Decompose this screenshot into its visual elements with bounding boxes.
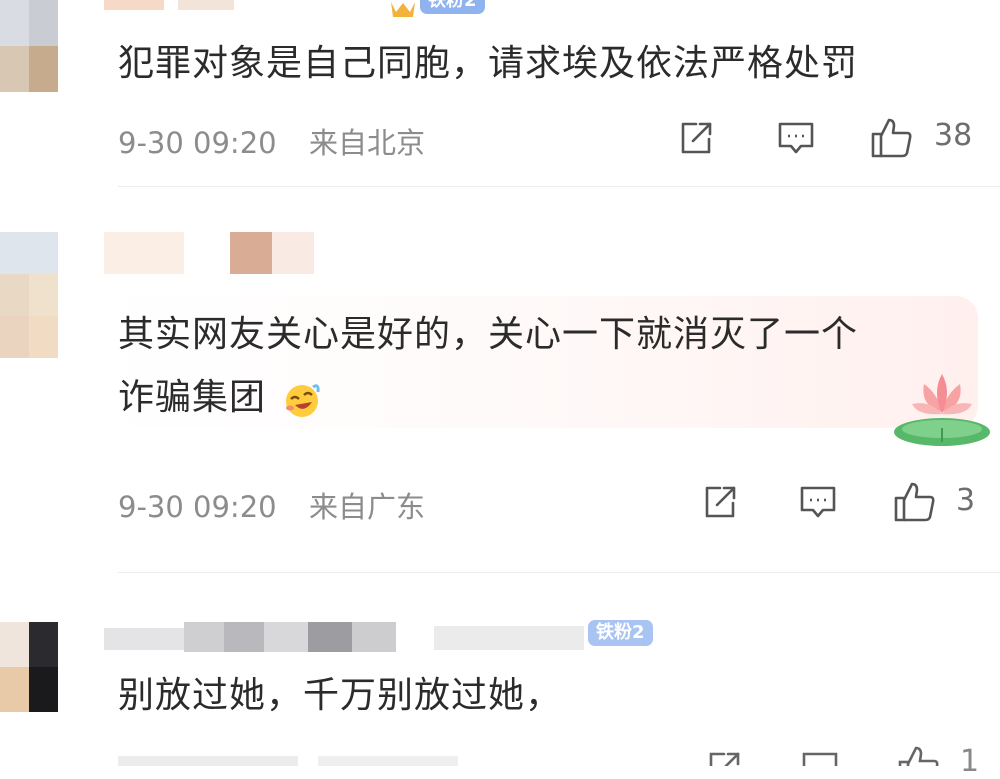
comment-meta: 9-30 09:20 来自广东 (118, 484, 425, 526)
avatar[interactable] (0, 232, 58, 358)
like-count: 38 (934, 118, 973, 153)
comment-meta-cropped (118, 756, 458, 766)
crown-icon (388, 0, 418, 18)
comment-location: 来自广东 (309, 490, 426, 524)
like-count: 1 (960, 744, 980, 779)
laughing-crying-emoji-icon (282, 379, 322, 419)
comment-time: 9-30 09:20 (118, 126, 277, 160)
comment-text-line-2: 诈骗集团 (118, 368, 322, 428)
thumbs-up-icon[interactable] (893, 480, 937, 524)
username-pixelated[interactable] (104, 622, 584, 652)
comment-text: 犯罪对象是自己同胞，请求埃及依法严格处罚 (118, 43, 859, 84)
reply-icon[interactable] (800, 748, 840, 766)
thumbs-up-icon[interactable] (897, 744, 941, 766)
comment-meta: 9-30 09:20 来自北京 (118, 120, 425, 162)
share-icon[interactable] (704, 748, 744, 766)
lotus-flower-icon (890, 366, 994, 450)
comment-location: 来自北京 (309, 126, 426, 160)
thumbs-up-icon[interactable] (870, 116, 914, 160)
reply-icon[interactable] (798, 482, 838, 522)
share-icon[interactable] (700, 482, 740, 522)
divider (118, 186, 1000, 187)
username-pixelated[interactable] (104, 0, 234, 10)
reply-icon[interactable] (776, 118, 816, 158)
share-icon[interactable] (676, 118, 716, 158)
like-count: 3 (956, 483, 976, 518)
comment-time: 9-30 09:20 (118, 490, 277, 524)
comment-text: 别放过她，千万别放过她， (118, 675, 563, 716)
divider (118, 572, 1000, 573)
avatar[interactable] (0, 622, 58, 712)
fan-level-badge: 铁粉2 (588, 620, 653, 646)
comment-text-line-2-label: 诈骗集团 (118, 377, 267, 418)
username-pixelated[interactable] (104, 232, 314, 274)
fan-level-badge: 铁粉2 (420, 0, 485, 14)
avatar[interactable] (0, 0, 58, 92)
comment-text-line-1: 其实网友关心是好的，关心一下就消灭了一个 (118, 314, 859, 355)
